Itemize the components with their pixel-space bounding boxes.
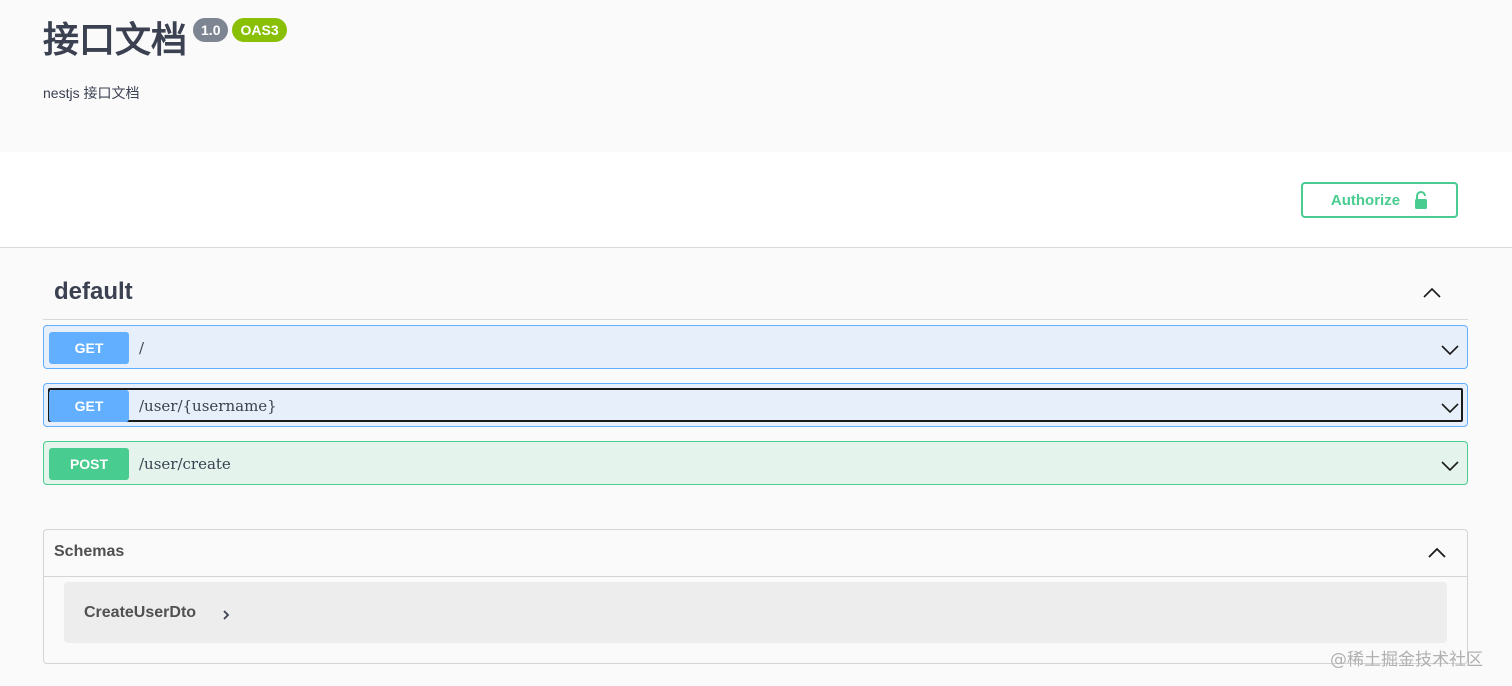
chevron-up-icon[interactable] — [1425, 541, 1449, 565]
schemas-title: Schemas — [54, 543, 125, 560]
operation-path: / — [139, 339, 145, 357]
watermark: @稀土掘金技术社区 — [1330, 650, 1483, 670]
operation-summary[interactable]: GET /user/{username} — [48, 388, 1463, 422]
operation-post-user-create[interactable]: POST /user/create — [43, 441, 1468, 485]
operation-summary[interactable]: GET / — [48, 330, 1463, 364]
api-info: 接口文档 1.0 OAS3 nestjs 接口文档 — [0, 0, 1512, 152]
tag-name: default — [54, 278, 133, 305]
oas-badge: OAS3 — [232, 18, 287, 42]
operation-path: /user/{username} — [139, 397, 277, 415]
tag-section-header[interactable]: default — [43, 270, 1468, 320]
operation-path: /user/create — [139, 455, 231, 473]
chevron-down-icon[interactable] — [1439, 455, 1461, 477]
chevron-right-icon[interactable] — [219, 608, 233, 622]
schemas-section: Schemas CreateUserDto — [43, 529, 1468, 664]
api-title: 接口文档 — [43, 19, 188, 60]
schema-name: CreateUserDto — [84, 604, 197, 621]
method-badge-post: POST — [49, 448, 129, 480]
scheme-container: Authorize — [0, 152, 1512, 248]
chevron-up-icon[interactable] — [1421, 282, 1443, 304]
schemas-header[interactable]: Schemas — [44, 530, 1467, 577]
method-badge-get: GET — [49, 390, 129, 422]
version-badge: 1.0 — [193, 18, 229, 42]
api-description: nestjs 接口文档 — [43, 85, 140, 101]
authorize-button[interactable]: Authorize — [1301, 182, 1458, 218]
schema-item[interactable]: CreateUserDto — [64, 582, 1447, 643]
api-title-row: 接口文档 1.0 OAS3 — [43, 16, 287, 64]
operation-summary[interactable]: POST /user/create — [48, 446, 1463, 480]
operation-get-root[interactable]: GET / — [43, 325, 1468, 369]
authorize-label: Authorize — [1330, 191, 1401, 209]
chevron-down-icon[interactable] — [1439, 397, 1461, 419]
operation-get-user[interactable]: GET /user/{username} — [43, 383, 1468, 427]
unlock-icon — [1415, 191, 1428, 209]
method-badge-get: GET — [49, 332, 129, 364]
chevron-down-icon[interactable] — [1439, 339, 1461, 361]
